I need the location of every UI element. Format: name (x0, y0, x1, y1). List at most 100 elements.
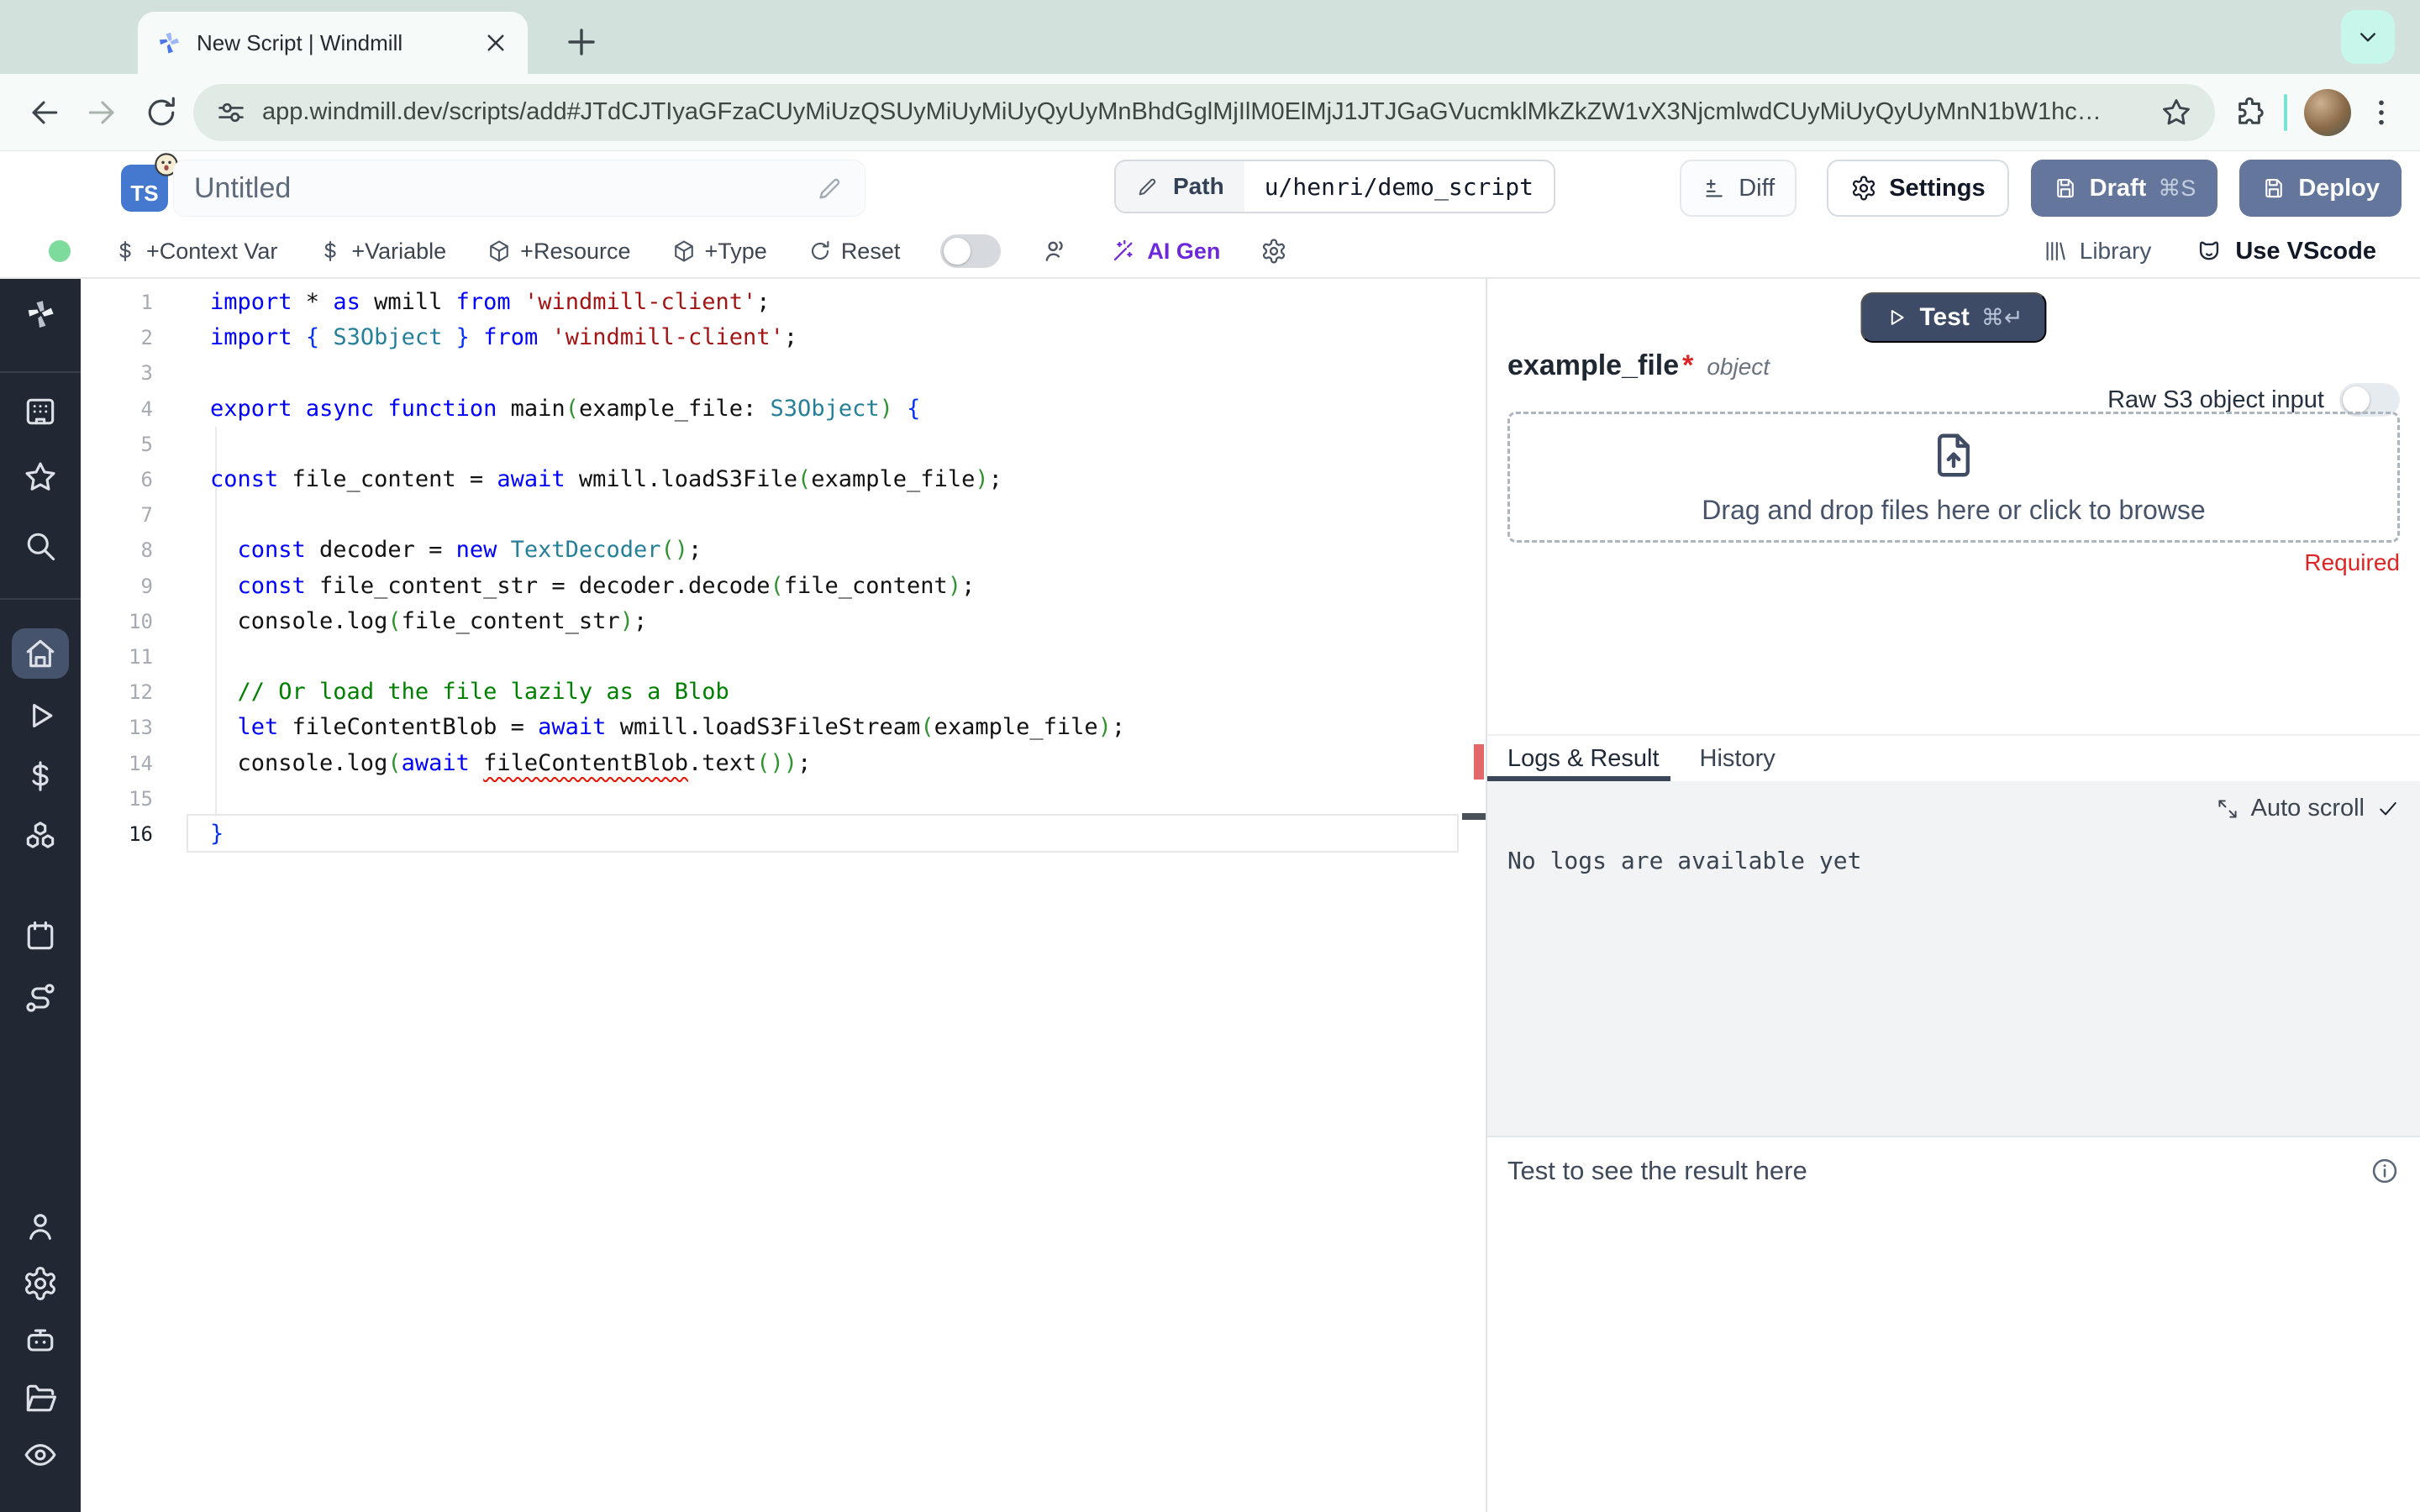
browser-menu-icon[interactable] (2365, 96, 2398, 129)
toolbar-button--context-var[interactable]: +Context Var (113, 239, 277, 265)
site-info-icon[interactable] (215, 97, 247, 129)
settings-label: Settings (1889, 174, 1986, 202)
code-line-2[interactable]: 2 import { S3Object } from 'windmill-clie… (81, 320, 1486, 355)
language-badge-typescript[interactable]: TS (121, 153, 178, 212)
ai-gen-button[interactable]: AI Gen (1110, 238, 1220, 265)
deploy-button[interactable]: Deploy (2239, 160, 2402, 217)
sidebar-item-eye[interactable] (0, 1436, 81, 1473)
user-icon (22, 1208, 59, 1245)
draft-shortcut: ⌘S (2158, 175, 2196, 201)
path-edit-button[interactable]: Path (1116, 161, 1244, 212)
tab-close-icon[interactable] (481, 28, 511, 58)
play-icon (1884, 306, 1907, 329)
code-line-13[interactable]: 13 let fileContentBlob = await wmill.loa… (81, 710, 1486, 745)
sidebar-item-cubes[interactable] (0, 818, 81, 855)
address-bar[interactable]: app.windmill.dev/scripts/add#JTdCJTIyaGF… (193, 83, 2215, 141)
line-number: 8 (140, 538, 153, 563)
auto-scroll-control[interactable]: Auto scroll (2216, 795, 2400, 822)
vscode-label: Use VScode (2235, 237, 2376, 265)
path-control[interactable]: Path u/henri/demo_script (1114, 160, 1555, 213)
file-dropzone[interactable]: Drag and drop files here or click to bro… (1507, 412, 2400, 543)
toolbar-button-reset[interactable]: Reset (808, 239, 900, 265)
line-number: 4 (140, 396, 153, 421)
logs-output-area: Auto scroll No logs are available yet (1487, 781, 2420, 1137)
code-line-3[interactable]: 3 (81, 355, 1486, 391)
test-button[interactable]: Test ⌘↵ (1860, 292, 2047, 343)
dollar-icon (113, 239, 138, 264)
tab-logs-result[interactable]: Logs & Result (1507, 745, 1660, 773)
tab-history[interactable]: History (1700, 745, 1776, 773)
edit-pencil-icon (816, 174, 844, 202)
toolbar-button-label: +Context Var (146, 238, 278, 264)
bookmark-star-icon[interactable] (2160, 96, 2193, 129)
sidebar-item-home[interactable] (0, 635, 81, 672)
code-line-11[interactable]: 11 (81, 639, 1486, 675)
info-icon[interactable] (2370, 1156, 2400, 1186)
code-line-9[interactable]: 9 const file_content_str = decoder.decod… (81, 569, 1486, 604)
draft-label: Draft (2089, 174, 2147, 202)
code-line-12[interactable]: 12 // Or load the file lazily as a Blob (81, 675, 1486, 710)
settings-button[interactable]: Settings (1827, 160, 2009, 217)
code-line-15[interactable]: 15 (81, 781, 1486, 816)
sidebar-item-folder[interactable] (0, 1379, 81, 1416)
sidebar-item-route[interactable] (0, 979, 81, 1016)
file-upload-icon (1928, 429, 1980, 481)
sidebar-item-user[interactable] (0, 1208, 81, 1245)
raw-s3-toggle-label: Raw S3 object input (2107, 386, 2324, 413)
script-title-input[interactable]: Untitled (173, 160, 865, 217)
logs-tab-bar: Logs & Result History (1487, 734, 2420, 781)
code-line-6[interactable]: 6 const file_content = await wmill.loadS3… (81, 462, 1486, 497)
toolbar-button-label: +Resource (520, 238, 631, 264)
extensions-icon[interactable] (2232, 95, 2267, 130)
code-line-14[interactable]: 14 console.log(await fileContentBlob.tex… (81, 746, 1486, 781)
multiplayer-toggle[interactable] (940, 234, 1002, 268)
reset-icon (808, 239, 833, 264)
code-line-16[interactable]: 16} (81, 816, 1486, 852)
dropzone-text: Drag and drop files here or click to bro… (1702, 494, 2206, 525)
back-button[interactable] (25, 94, 62, 131)
windmill-logo[interactable] (0, 296, 81, 333)
toolbar-button--resource[interactable]: +Resource (487, 238, 631, 265)
overview-ruler[interactable] (1462, 279, 1486, 1512)
library-button[interactable]: Library (2043, 238, 2151, 265)
sidebar-item-play[interactable] (0, 697, 81, 734)
code-line-10[interactable]: 10 console.log(file_content_str); (81, 604, 1486, 639)
profile-avatar[interactable] (2304, 88, 2351, 136)
sidebar-item-search[interactable] (0, 528, 81, 564)
line-number: 6 (140, 468, 153, 491)
editor-settings-icon[interactable] (1260, 238, 1287, 265)
code-line-4[interactable]: 4 export async function main(example_file… (81, 391, 1486, 427)
line-number: 16 (129, 822, 153, 846)
box-icon (487, 239, 512, 264)
window-chevron-button[interactable] (2341, 10, 2395, 64)
sidebar-item-dollar[interactable] (0, 758, 81, 795)
sidebar-item-star[interactable] (0, 459, 81, 496)
multiplayer-user-icon[interactable] (1041, 237, 1070, 265)
box-icon (671, 239, 697, 264)
toolbar-button--variable[interactable]: +Variable (318, 239, 446, 265)
forward-button[interactable] (84, 94, 121, 131)
sidebar-item-robot[interactable] (0, 1322, 81, 1359)
new-tab-button[interactable] (561, 22, 602, 62)
expand-icon[interactable] (2216, 797, 2239, 821)
ai-gen-label: AI Gen (1147, 238, 1221, 264)
code-line-8[interactable]: 8 const decoder = new TextDecoder(); (81, 533, 1486, 568)
code-line-7[interactable]: 7 (81, 497, 1486, 533)
sidebar-item-calendar[interactable] (0, 917, 81, 954)
draft-button[interactable]: Draft ⌘S (2030, 160, 2218, 217)
code-line-5[interactable]: 5 (81, 427, 1486, 462)
code-line-1[interactable]: 1 import * as wmill from 'windmill-client… (81, 285, 1486, 320)
code-editor[interactable]: 1 import * as wmill from 'windmill-client… (81, 279, 1486, 1512)
reload-button[interactable] (143, 94, 180, 131)
diff-button[interactable]: Diff (1680, 160, 1797, 217)
sidebar-item-gear[interactable] (0, 1265, 81, 1302)
diff-icon (1702, 176, 1727, 201)
browser-tab[interactable]: New Script | Windmill (138, 12, 528, 74)
toolbar-button--type[interactable]: +Type (671, 239, 767, 265)
cubes-icon (22, 818, 59, 855)
sidebar-item-apps[interactable] (0, 393, 81, 430)
eye-icon (22, 1436, 59, 1473)
use-vscode-button[interactable]: Use VScode (2195, 237, 2376, 265)
test-args-pane: Test ⌘↵ example_file * object Raw S3 obj… (1487, 279, 2420, 734)
preview-panel: Test ⌘↵ example_file * object Raw S3 obj… (1486, 279, 2420, 1512)
